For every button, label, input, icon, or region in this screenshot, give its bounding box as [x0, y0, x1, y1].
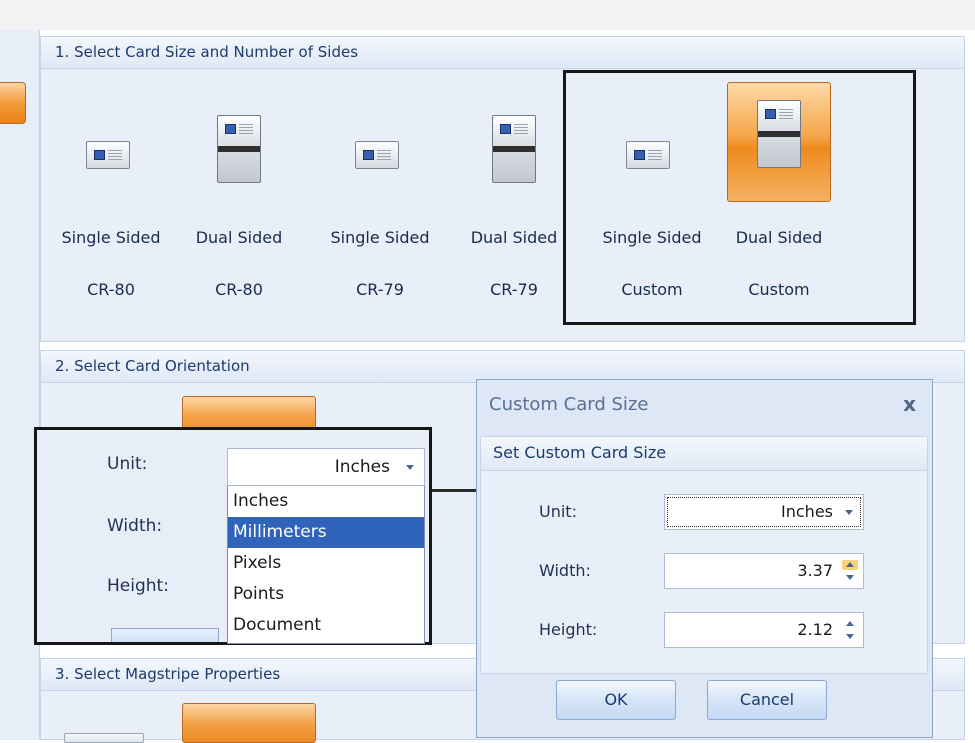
- zoom-unit-combobox[interactable]: Inches: [227, 448, 425, 486]
- width-value: 3.37: [797, 561, 833, 580]
- ok-button[interactable]: OK: [556, 680, 676, 720]
- height-stepper[interactable]: 2.12: [664, 612, 864, 648]
- unit-option-pixels[interactable]: Pixels: [228, 548, 424, 579]
- dialog-title: Custom Card Size: [489, 394, 649, 415]
- width-label: Width:: [539, 561, 591, 580]
- chevron-down-icon[interactable]: [845, 510, 853, 515]
- card-size-panel-header: 1. Select Card Size and Number of Sides: [41, 37, 964, 69]
- unit-dropdown-zoom-callout: Unit: Width: Height: Inches Inches Milli…: [34, 427, 432, 645]
- single-card-icon: [86, 141, 130, 169]
- magstripe-option-selected[interactable]: [182, 703, 316, 743]
- magstripe-option[interactable]: [64, 733, 144, 743]
- close-icon[interactable]: x: [903, 392, 916, 416]
- dialog-section: Set Custom Card Size Unit: Width: Height…: [480, 436, 928, 674]
- zoom-width-label: Width:: [107, 516, 163, 536]
- zoom-height-label: Height:: [107, 576, 169, 596]
- chevron-down-icon[interactable]: [406, 465, 414, 470]
- card-option-line2: CR-80: [215, 280, 263, 299]
- unit-option-points[interactable]: Points: [228, 579, 424, 610]
- dual-card-icon: [217, 115, 261, 183]
- height-value: 2.12: [797, 620, 833, 639]
- card-option-line2: CR-80: [87, 280, 135, 299]
- card-option-line2: CR-79: [490, 280, 538, 299]
- spinner-arrows-icon[interactable]: [845, 621, 855, 639]
- width-stepper[interactable]: 3.37: [664, 553, 864, 589]
- unit-option-inches[interactable]: Inches: [228, 486, 424, 517]
- spinner-arrows-icon[interactable]: [842, 560, 858, 580]
- card-option-line1: Dual Sided: [470, 228, 558, 247]
- unit-label: Unit:: [539, 502, 577, 521]
- left-nav-selected-tab[interactable]: [0, 82, 26, 124]
- custom-options-annotation-box: [563, 70, 916, 325]
- unit-option-millimeters[interactable]: Millimeters: [228, 517, 424, 548]
- dialog-section-header: Set Custom Card Size: [481, 437, 927, 471]
- unit-dropdown-list: Inches Millimeters Pixels Points Documen…: [227, 486, 425, 644]
- unit-combobox[interactable]: Inches: [664, 494, 864, 530]
- height-label: Height:: [539, 620, 598, 639]
- top-bar: [0, 0, 975, 30]
- zoom-unit-value: Inches: [334, 457, 390, 477]
- unit-option-document[interactable]: Document: [228, 610, 424, 641]
- custom-card-size-dialog: Custom Card Size x Set Custom Card Size …: [476, 379, 933, 738]
- cancel-button[interactable]: Cancel: [707, 680, 827, 720]
- zoom-button-stub: [111, 628, 219, 642]
- single-card-icon: [355, 141, 399, 169]
- card-option-line1: Dual Sided: [195, 228, 283, 247]
- card-option-line1: Single Sided: [61, 228, 161, 247]
- unit-value: Inches: [781, 502, 833, 521]
- card-option-line1: Single Sided: [330, 228, 430, 247]
- zoom-unit-label: Unit:: [107, 454, 148, 474]
- dual-card-icon: [492, 115, 536, 183]
- card-option-line2: CR-79: [356, 280, 404, 299]
